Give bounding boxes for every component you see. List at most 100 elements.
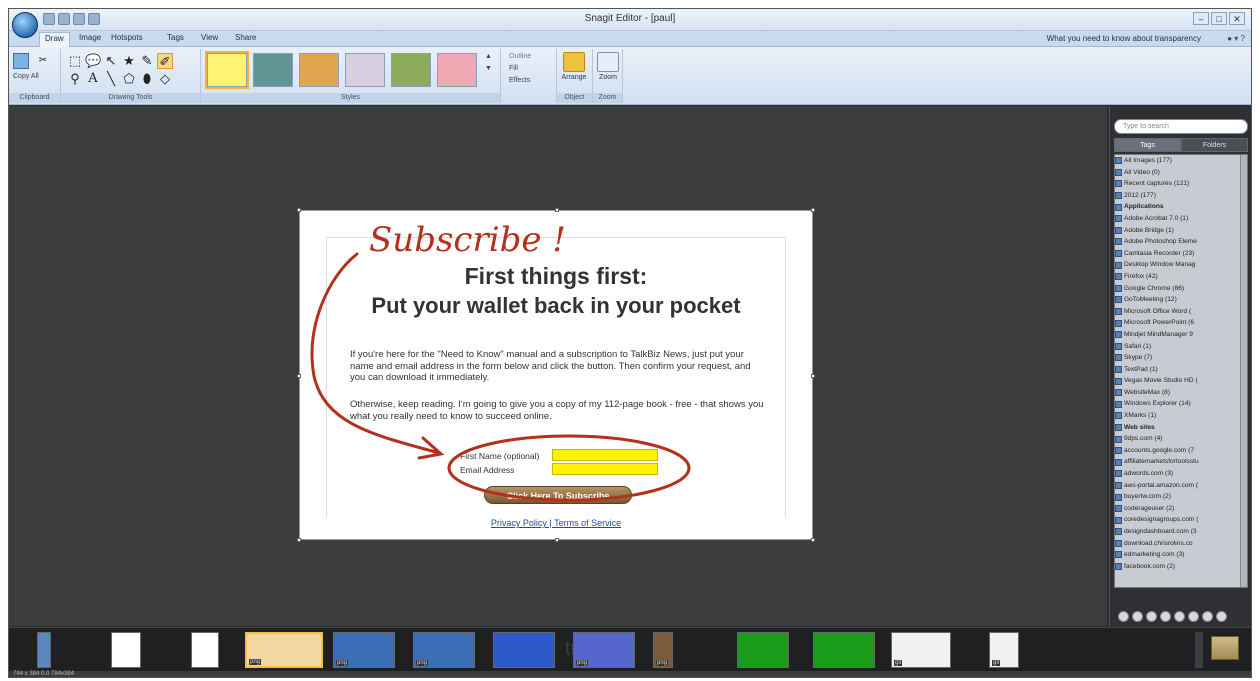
filmstrip-thumbnail[interactable] [111, 632, 141, 668]
resize-handle-b[interactable] [555, 538, 559, 542]
library-item[interactable]: Safari (1) [1115, 341, 1247, 353]
style-swatch-1[interactable] [205, 51, 249, 89]
style-swatch-6[interactable] [437, 53, 477, 87]
resize-handle-l[interactable] [297, 374, 301, 378]
filmstrip-thumbnail[interactable]: png [573, 632, 635, 668]
library-item[interactable]: All Video (0) [1115, 167, 1247, 179]
tab-draw[interactable]: Draw [39, 32, 70, 47]
filmstrip-thumbnail[interactable]: png [333, 632, 395, 668]
library-item[interactable]: GoToMeeting (12) [1115, 294, 1247, 306]
arrow-icon[interactable]: ↖ [103, 53, 119, 69]
tab-hotspots[interactable]: Hotspots [111, 33, 143, 42]
shape-icon[interactable]: ⬠ [121, 71, 137, 87]
fill-icon[interactable]: ⬮ [139, 71, 155, 87]
captured-image[interactable]: First things first: Put your wallet back… [297, 208, 815, 542]
library-item[interactable]: buyertw.com (2) [1115, 491, 1247, 503]
library-item[interactable]: aws-portal.amazon.com ( [1115, 480, 1247, 492]
filmstrip-thumbnail[interactable]: gif [989, 632, 1019, 668]
library-search-input[interactable]: Type to search [1114, 119, 1248, 134]
library-item[interactable]: designdashboard.com (3 [1115, 526, 1247, 538]
resize-handle-t[interactable] [555, 208, 559, 212]
tab-folders-panel[interactable]: Folders [1181, 138, 1248, 152]
library-button-8[interactable] [1216, 611, 1227, 622]
paste-icon[interactable] [13, 53, 29, 69]
library-button-2[interactable] [1132, 611, 1143, 622]
library-item[interactable]: Windows Explorer (14) [1115, 398, 1247, 410]
filmstrip-thumbnail[interactable] [37, 632, 51, 668]
tab-share[interactable]: Share [235, 33, 256, 42]
effects-button[interactable]: Effects [509, 77, 530, 84]
library-button-3[interactable] [1146, 611, 1157, 622]
library-item[interactable]: coredesignagroups.com ( [1115, 514, 1247, 526]
text-icon[interactable]: A [85, 71, 101, 87]
help-search[interactable]: What you need to know about transparency [1047, 34, 1201, 43]
style-swatch-2[interactable] [253, 53, 293, 87]
help-icon[interactable]: ● ▾ ? [1227, 34, 1245, 43]
library-item[interactable]: Google Chrome (86) [1115, 283, 1247, 295]
library-item[interactable]: edmarketing.com (3) [1115, 549, 1247, 561]
resize-handle-bl[interactable] [297, 538, 301, 542]
library-button-6[interactable] [1188, 611, 1199, 622]
library-item[interactable]: Adobe Photoshop Eleme [1115, 236, 1247, 248]
library-item[interactable]: TextPad (1) [1115, 364, 1247, 376]
maximize-button[interactable]: □ [1211, 12, 1227, 25]
app-menu-button[interactable] [12, 12, 38, 38]
arrange-button[interactable]: Arrange [559, 52, 589, 81]
resize-handle-br[interactable] [811, 538, 815, 542]
stamp-icon[interactable]: ★ [121, 53, 137, 69]
library-item[interactable]: accounts.google.com (7 [1115, 445, 1247, 457]
cut-icon[interactable]: ✂ [35, 53, 51, 69]
callout-icon[interactable]: 💬 [85, 53, 101, 69]
fill-button[interactable]: Fill [509, 65, 518, 72]
filmstrip-thumbnail[interactable] [813, 632, 875, 668]
library-item[interactable]: Mindjet MindManager 9 [1115, 329, 1247, 341]
library-item[interactable]: affiliatemarketsfortoolsstu [1115, 456, 1247, 468]
editor-canvas[interactable]: First things first: Put your wallet back… [9, 106, 1107, 626]
tab-view[interactable]: View [201, 33, 218, 42]
library-item[interactable]: Camtasia Recorder (23) [1115, 248, 1247, 260]
library-group[interactable]: Web sites [1115, 422, 1247, 434]
style-swatch-5[interactable] [391, 53, 431, 87]
resize-handle-r[interactable] [811, 374, 815, 378]
library-item[interactable]: Vegas Movie Studio HD ( [1115, 375, 1247, 387]
styles-scroll-up[interactable]: ▲ [485, 53, 492, 60]
zoom-button[interactable]: Zoom [593, 52, 623, 81]
library-item[interactable]: Desktop Window Manag [1115, 259, 1247, 271]
first-name-field[interactable] [552, 449, 658, 461]
filmstrip-thumbnail[interactable] [737, 632, 789, 668]
library-item[interactable]: download.chrisrolins.co [1115, 538, 1247, 550]
library-item[interactable]: WebsiteMax (8) [1115, 387, 1247, 399]
selection-icon[interactable]: ⬚ [67, 53, 83, 69]
filmstrip-thumbnail[interactable] [493, 632, 555, 668]
filmstrip-thumbnail[interactable]: png [653, 632, 673, 668]
library-button-5[interactable] [1174, 611, 1185, 622]
footer-links[interactable]: Privacy Policy | Terms of Service [300, 518, 812, 528]
style-swatch-3[interactable] [299, 53, 339, 87]
library-item[interactable]: All Images (177) [1115, 155, 1247, 167]
tab-image[interactable]: Image [79, 33, 101, 42]
library-item[interactable]: Adobe Acrobat 7.0 (1) [1115, 213, 1247, 225]
pen-icon[interactable]: ✎ [139, 53, 155, 69]
filmstrip-thumbnail[interactable]: png [413, 632, 475, 668]
highlighter-icon[interactable]: ✐ [157, 53, 173, 69]
styles-scroll-down[interactable]: ▼ [485, 65, 492, 72]
library-item[interactable]: Skype (7) [1115, 352, 1247, 364]
filmstrip-scrollbar[interactable] [1195, 632, 1203, 668]
minimize-button[interactable]: – [1193, 12, 1209, 25]
library-scrollbar[interactable] [1240, 155, 1247, 587]
zoom-tool-icon[interactable]: ⚲ [67, 71, 83, 87]
subscribe-button[interactable]: Click Here To Subscribe [484, 486, 632, 504]
style-swatch-4[interactable] [345, 53, 385, 87]
tab-tags-panel[interactable]: Tags [1114, 138, 1181, 152]
email-field[interactable] [552, 463, 658, 475]
library-item[interactable]: Microsoft Office Word ( [1115, 306, 1247, 318]
library-button-1[interactable] [1118, 611, 1129, 622]
library-item[interactable]: facebook.com (2) [1115, 561, 1247, 573]
resize-handle-tr[interactable] [811, 208, 815, 212]
close-button[interactable]: ✕ [1229, 12, 1245, 25]
filmstrip-thumbnail[interactable]: gif [891, 632, 951, 668]
library-item[interactable]: Firefox (42) [1115, 271, 1247, 283]
library-item[interactable]: coderageuser (2) [1115, 503, 1247, 515]
library-group[interactable]: Applications [1115, 201, 1247, 213]
outline-button[interactable]: Outline [509, 53, 531, 60]
